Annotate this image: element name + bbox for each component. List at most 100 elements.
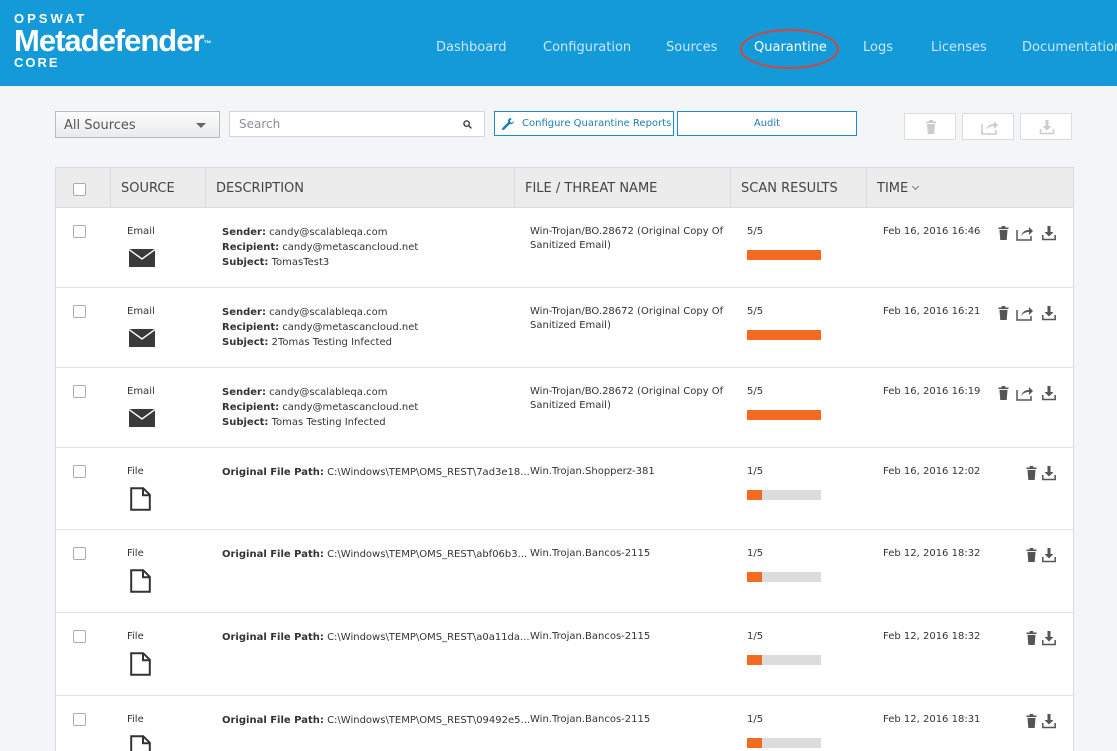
row-actions xyxy=(56,225,1073,241)
scan-progress-bar xyxy=(747,250,821,260)
table-row[interactable]: File Original File Path: C:\Windows\TEMP… xyxy=(56,696,1073,751)
col-source[interactable]: SOURCE xyxy=(110,168,205,207)
nav-documentation[interactable]: Documentation xyxy=(1022,40,1117,55)
row-actions xyxy=(56,305,1073,321)
download-icon[interactable] xyxy=(1042,305,1057,321)
table-row[interactable]: File Original File Path: C:\Windows\TEMP… xyxy=(56,530,1073,613)
nav-sources[interactable]: Sources xyxy=(666,40,717,55)
logo[interactable]: OPSWAT Metadefender™ CORE xyxy=(14,12,212,70)
file-icon xyxy=(130,652,151,676)
detail-value: TomasTest3 xyxy=(271,257,330,268)
search-box xyxy=(229,111,485,137)
table-row[interactable]: Email Sender: candy@scalableqa.com Recipi… xyxy=(56,208,1073,288)
col-description[interactable]: DESCRIPTION xyxy=(205,168,514,207)
scan-progress-bar xyxy=(747,490,821,500)
detail-value: Tomas Testing Infected xyxy=(271,417,386,428)
download-icon[interactable] xyxy=(1042,547,1057,563)
row-actions xyxy=(56,630,1073,646)
active-nav-highlight-ring xyxy=(740,29,839,69)
detail-line: Recipient: candy@metascancloud.net xyxy=(222,400,418,415)
trash-icon[interactable] xyxy=(996,385,1011,401)
detail-label: Recipient: xyxy=(222,322,280,333)
select-all-checkbox[interactable] xyxy=(73,183,86,196)
trash-icon xyxy=(926,120,936,134)
bulk-download-button[interactable] xyxy=(1020,113,1072,140)
download-icon[interactable] xyxy=(1042,713,1057,729)
table-row[interactable]: File Original File Path: C:\Windows\TEMP… xyxy=(56,448,1073,530)
download-icon xyxy=(1039,120,1055,135)
nav-licenses[interactable]: Licenses xyxy=(931,40,987,55)
share-icon[interactable] xyxy=(1016,385,1034,401)
scan-progress-fill xyxy=(747,738,762,748)
detail-line: Recipient: candy@metascancloud.net xyxy=(222,320,418,335)
detail-value: candy@metascancloud.net xyxy=(282,242,419,253)
configure-quarantine-reports-label: Configure Quarantine Reports xyxy=(522,118,672,129)
caret-down-icon xyxy=(196,123,206,128)
detail-line: Subject: 2Tomas Testing Infected xyxy=(222,335,418,350)
col-time[interactable]: TIME xyxy=(866,168,1073,207)
share-icon[interactable] xyxy=(1016,225,1034,241)
col-scan-results[interactable]: SCAN RESULTS xyxy=(730,168,866,207)
scan-progress-fill xyxy=(747,250,821,260)
download-icon[interactable] xyxy=(1042,465,1057,481)
search-input[interactable] xyxy=(230,112,450,136)
trash-icon[interactable] xyxy=(1024,465,1039,481)
col-threat-name[interactable]: FILE / THREAT NAME xyxy=(514,168,730,207)
audit-button[interactable]: Audit xyxy=(677,111,857,136)
detail-value: candy@metascancloud.net xyxy=(282,402,419,413)
download-icon[interactable] xyxy=(1042,385,1057,401)
table-body: Email Sender: candy@scalableqa.com Recipi… xyxy=(56,208,1073,751)
source-filter-select[interactable]: All Sources xyxy=(55,111,220,138)
scan-progress-fill xyxy=(747,410,821,420)
trash-icon[interactable] xyxy=(1024,547,1039,563)
detail-label: Recipient: xyxy=(222,242,280,253)
envelope-icon xyxy=(129,249,155,267)
table-header: SOURCE DESCRIPTION FILE / THREAT NAME SC… xyxy=(56,168,1073,208)
bulk-release-button[interactable] xyxy=(962,113,1014,140)
trash-icon[interactable] xyxy=(1024,630,1039,646)
scan-progress-bar xyxy=(747,572,821,582)
nav-configuration[interactable]: Configuration xyxy=(543,40,631,55)
row-actions xyxy=(56,465,1073,481)
wrench-icon xyxy=(502,118,514,131)
logo-product-name: Metadefender xyxy=(14,23,205,58)
detail-label: Subject: xyxy=(222,337,269,348)
share-icon xyxy=(981,121,998,135)
scan-progress-bar xyxy=(747,738,821,748)
row-actions xyxy=(56,713,1073,729)
scan-progress-bar xyxy=(747,330,821,340)
scan-progress-fill xyxy=(747,330,821,340)
scan-progress-fill xyxy=(747,490,762,500)
bulk-delete-button[interactable] xyxy=(904,113,956,140)
trash-icon[interactable] xyxy=(1024,713,1039,729)
nav-dashboard[interactable]: Dashboard xyxy=(436,40,507,55)
detail-label: Subject: xyxy=(222,257,269,268)
file-icon xyxy=(130,487,151,511)
table-row[interactable]: File Original File Path: C:\Windows\TEMP… xyxy=(56,613,1073,696)
table-row[interactable]: Email Sender: candy@scalableqa.com Recipi… xyxy=(56,288,1073,368)
logo-product: Metadefender™ xyxy=(14,23,212,58)
detail-line: Subject: Tomas Testing Infected xyxy=(222,415,418,430)
download-icon[interactable] xyxy=(1042,630,1057,646)
nav-logs[interactable]: Logs xyxy=(863,40,893,55)
configure-quarantine-reports-button[interactable]: Configure Quarantine Reports xyxy=(494,111,674,136)
detail-value: 2Tomas Testing Infected xyxy=(271,337,392,348)
trash-icon[interactable] xyxy=(996,305,1011,321)
trash-icon[interactable] xyxy=(996,225,1011,241)
toolbar: All Sources Configure Quarantine Reports… xyxy=(0,86,1117,166)
download-icon[interactable] xyxy=(1042,225,1057,241)
search-icon[interactable] xyxy=(463,120,472,129)
source-filter-value: All Sources xyxy=(64,118,136,133)
file-icon xyxy=(130,569,151,593)
envelope-icon xyxy=(129,329,155,347)
envelope-icon xyxy=(129,409,155,427)
scan-progress-bar xyxy=(747,655,821,665)
detail-line: Subject: TomasTest3 xyxy=(222,255,418,270)
trademark-mark: ™ xyxy=(203,39,212,48)
share-icon[interactable] xyxy=(1016,305,1034,321)
detail-label: Subject: xyxy=(222,417,269,428)
row-actions xyxy=(56,547,1073,563)
detail-label: Recipient: xyxy=(222,402,280,413)
scan-progress-bar xyxy=(747,410,821,420)
table-row[interactable]: Email Sender: candy@scalableqa.com Recipi… xyxy=(56,368,1073,448)
